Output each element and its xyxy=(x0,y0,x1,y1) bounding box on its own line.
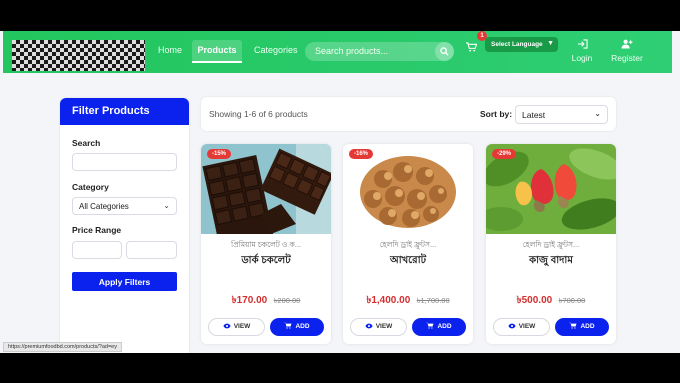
discount-badge: -15% xyxy=(207,149,232,159)
sort-select[interactable]: Latest ⌄ xyxy=(515,105,608,124)
current-price: ৳1,400.00 xyxy=(366,295,411,306)
filter-sidebar: Filter Products Search Category All Cate… xyxy=(60,98,189,353)
add-to-cart-button[interactable]: ADD xyxy=(270,318,324,336)
view-label: VIEW xyxy=(375,323,393,330)
eye-icon xyxy=(223,323,231,329)
product-card[interactable]: -29% হেলদি ড্রাই ফ্রুটস... কাজু বাদাম ৳5… xyxy=(486,144,616,344)
product-name[interactable]: কাজু বাদাম xyxy=(486,253,616,270)
product-category: প্রিমিয়াম চকলেট ও ক... xyxy=(230,240,302,249)
view-button[interactable]: VIEW xyxy=(493,318,550,336)
results-toolbar: Showing 1-6 of 6 products Sort by: Lates… xyxy=(201,97,616,131)
search-button[interactable] xyxy=(435,42,454,61)
view-label: VIEW xyxy=(233,323,251,330)
language-selector[interactable]: Select Language ▼ xyxy=(485,37,558,52)
cart-button[interactable] xyxy=(466,39,478,57)
results-count: Showing 1-6 of 6 products xyxy=(209,109,308,119)
category-select[interactable]: All Categories ⌄ xyxy=(72,197,177,215)
navbar: Home Products Categories 1 Select Langua… xyxy=(3,31,672,73)
add-to-cart-button[interactable]: ADD xyxy=(555,318,609,336)
language-label: Select Language xyxy=(491,41,543,48)
login-icon xyxy=(577,39,588,49)
chevron-down-icon: ▼ xyxy=(547,40,554,47)
cart-icon xyxy=(466,42,478,52)
eye-icon xyxy=(508,323,516,329)
apply-filters-button[interactable]: Apply Filters xyxy=(72,272,177,291)
chevron-down-icon: ⌄ xyxy=(594,109,601,118)
sort-label: Sort by: xyxy=(480,109,513,119)
price-min-input[interactable] xyxy=(72,241,122,259)
status-bar-url: https://premiumfoodbd.com/products/?ad=e… xyxy=(3,342,122,352)
search-filter-input[interactable] xyxy=(72,153,177,171)
product-name[interactable]: আখরোট xyxy=(343,253,473,270)
site-logo-pixelated[interactable] xyxy=(12,40,145,71)
add-label: ADD xyxy=(295,323,310,330)
search-filter-label: Search xyxy=(72,138,101,148)
add-label: ADD xyxy=(437,323,452,330)
add-to-cart-button[interactable]: ADD xyxy=(412,318,466,336)
product-category: হেলদি ড্রাই ফ্রুটস... xyxy=(379,240,437,249)
add-user-icon xyxy=(621,39,633,49)
view-button[interactable]: VIEW xyxy=(208,318,265,336)
login-link[interactable]: Login xyxy=(570,39,594,63)
category-label: Category xyxy=(72,182,109,192)
chevron-down-icon: ⌄ xyxy=(163,201,170,210)
search-input[interactable] xyxy=(315,46,433,56)
register-label: Register xyxy=(611,53,643,63)
view-button[interactable]: VIEW xyxy=(350,318,407,336)
original-price: ৳1,700.00 xyxy=(416,296,450,305)
login-label: Login xyxy=(571,53,593,63)
product-name[interactable]: ডার্ক চকলেট xyxy=(201,253,331,270)
search-bar xyxy=(305,42,454,61)
original-price: ৳700.00 xyxy=(558,296,586,305)
cart-icon xyxy=(426,322,434,329)
price-max-input[interactable] xyxy=(126,241,177,259)
filter-title: Filter Products xyxy=(60,98,189,125)
current-price: ৳500.00 xyxy=(516,295,553,306)
discount-badge: -29% xyxy=(492,149,517,159)
nav-products-link[interactable]: Products xyxy=(192,40,242,63)
search-icon xyxy=(440,47,449,56)
discount-badge: -16% xyxy=(349,149,374,159)
add-label: ADD xyxy=(580,323,595,330)
original-price: ৳200.00 xyxy=(273,296,301,305)
product-price: ৳170.00 ৳200.00 xyxy=(201,290,331,310)
category-value: All Categories xyxy=(79,202,129,211)
product-price: ৳500.00 ৳700.00 xyxy=(486,290,616,310)
cart-icon xyxy=(284,322,292,329)
sort-value: Latest xyxy=(522,110,546,120)
eye-icon xyxy=(365,323,373,329)
cart-icon xyxy=(569,322,577,329)
view-label: VIEW xyxy=(518,323,536,330)
nav-home-link[interactable]: Home xyxy=(158,45,182,55)
browser-viewport: Home Products Categories 1 Select Langua… xyxy=(0,31,680,353)
product-card[interactable]: -16% হেলদি ড্রাই ফ্রুটস... আখরোট ৳1,400.… xyxy=(343,144,473,344)
current-price: ৳170.00 xyxy=(231,295,268,306)
register-link[interactable]: Register xyxy=(611,39,643,63)
nav-categories-link[interactable]: Categories xyxy=(254,45,298,55)
product-price: ৳1,400.00 ৳1,700.00 xyxy=(343,290,473,310)
product-card[interactable]: -15% প্রিমিয়াম চকলেট ও ক... ডার্ক চকলেট… xyxy=(201,144,331,344)
product-category: হেলদি ড্রাই ফ্রুটস... xyxy=(522,240,580,249)
price-range-label: Price Range xyxy=(72,225,122,235)
